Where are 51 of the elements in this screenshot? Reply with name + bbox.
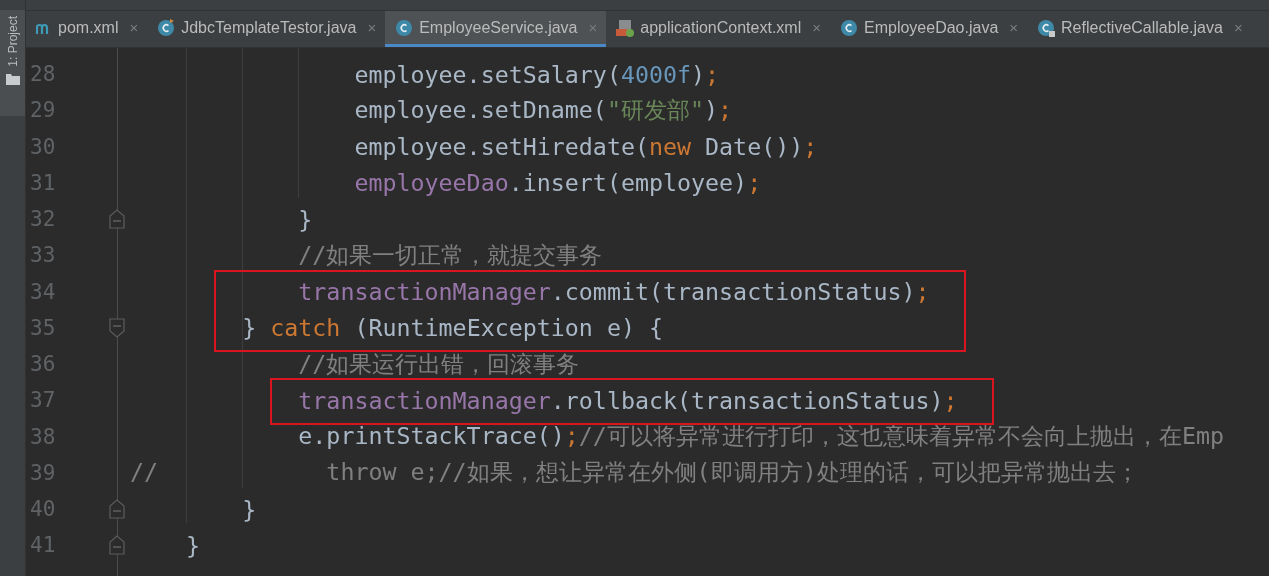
code-line: transactionManager.commit(transactionStatus); — [297, 278, 930, 306]
tab-label: ReflectiveCallable.java — [1061, 18, 1223, 37]
code-line: e.printStackTrace();//可以将异常进行打印，这也意味着异常不会向上抛出，在Emp — [297, 421, 1224, 452]
class-icon — [840, 18, 858, 37]
line-number: 37 — [29, 388, 57, 413]
code-line: employee.setHiredate(new Date()); — [353, 133, 818, 161]
tab-label: EmployeeService.java — [419, 18, 578, 37]
class-icon — [1037, 18, 1056, 37]
close-icon[interactable]: × — [367, 19, 377, 36]
line-number: 38 — [29, 424, 57, 449]
tab-label: EmployeeDao.java — [864, 18, 999, 37]
folder-icon — [5, 72, 20, 85]
line-number: 40 — [29, 497, 57, 522]
fold-marker-icon — [109, 209, 125, 230]
code-line: //如果一切正常，就提交事务 — [297, 239, 603, 270]
code-line: employeeDao.insert(employee); — [353, 169, 762, 197]
tab-label: JdbcTemplateTestor.java — [181, 18, 357, 37]
line-number: 33 — [29, 243, 57, 268]
close-icon[interactable]: × — [129, 19, 139, 36]
code-line: } — [241, 495, 257, 523]
fold-marker-icon — [109, 535, 125, 556]
code-line: transactionManager.rollback(transactionStatus); — [297, 386, 958, 414]
line-number: 34 — [29, 279, 57, 304]
line-number: 31 — [29, 170, 57, 195]
close-icon[interactable]: × — [1233, 19, 1243, 36]
line-number: 28 — [29, 62, 57, 87]
line-number: 41 — [29, 533, 57, 558]
close-icon[interactable]: × — [812, 19, 821, 36]
project-tool-tab[interactable]: 1: Project — [0, 10, 25, 116]
class-icon — [157, 18, 176, 37]
tab-label: pom.xml — [58, 18, 119, 37]
line-number: 29 — [29, 98, 57, 123]
tab-label: applicationContext.xml — [640, 18, 802, 37]
fold-marker-icon — [109, 499, 125, 520]
line-number: 30 — [29, 134, 57, 159]
code-line: employee.setDname("研发部"); — [353, 94, 732, 125]
class-icon — [395, 18, 414, 37]
line-number: 35 — [29, 315, 57, 340]
fold-marker-icon — [109, 317, 125, 338]
line-number: 36 — [29, 352, 57, 377]
line-number: 39 — [29, 460, 57, 485]
code-line: // throw e;//如果，想让异常在外侧(即调用方)处理的话，可以把异常抛出去； — [130, 457, 1139, 488]
xml-file-icon — [616, 18, 635, 37]
code-line: } — [185, 531, 201, 559]
code-line: } — [297, 205, 313, 233]
code-line: employee.setSalary(4000f); — [353, 60, 720, 88]
code-line: } catch (RuntimeException e) { — [241, 314, 663, 342]
close-icon[interactable]: × — [1009, 19, 1019, 36]
code-line: //如果运行出错，回滚事务 — [297, 348, 580, 379]
editor-tab[interactable]: EmployeeService.java × — [385, 11, 607, 47]
line-number: 32 — [29, 207, 57, 232]
